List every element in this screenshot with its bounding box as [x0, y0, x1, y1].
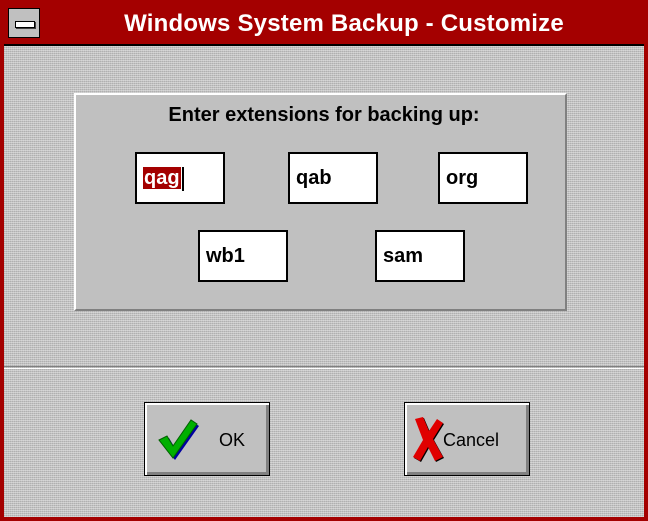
checkmark-icon — [158, 419, 199, 460]
system-menu-icon — [15, 21, 35, 28]
text-caret — [181, 166, 184, 191]
cancel-button[interactable]: Cancel — [404, 402, 530, 476]
ok-button-label: OK — [219, 430, 246, 450]
ok-button[interactable]: OK — [144, 402, 270, 476]
extension-field-4-text: wb1 — [206, 245, 245, 267]
extensions-prompt: Enter extensions for backing up: — [168, 104, 480, 126]
extension-field-3-text: org — [446, 167, 479, 189]
extension-field-3[interactable]: org — [438, 152, 528, 204]
extension-field-1[interactable]: qag — [135, 152, 225, 204]
extension-field-2[interactable]: qab — [288, 152, 378, 204]
system-menu-button[interactable] — [8, 8, 40, 38]
extension-field-4[interactable]: wb1 — [198, 230, 288, 282]
extension-field-5-text: sam — [383, 245, 424, 267]
separator — [4, 366, 644, 367]
separator-highlight — [4, 368, 644, 369]
title-bar[interactable]: Windows System Backup - Customize — [4, 4, 644, 46]
extension-field-1-text: qag — [143, 167, 181, 189]
extension-field-5[interactable]: sam — [375, 230, 465, 282]
window-title: Windows System Backup - Customize — [124, 10, 564, 37]
red-x-icon — [413, 417, 444, 462]
dialog-window: Windows System Backup - Customize Enter … — [0, 0, 648, 521]
cancel-button-label: Cancel — [443, 430, 500, 450]
extension-field-2-text: qab — [296, 167, 332, 189]
